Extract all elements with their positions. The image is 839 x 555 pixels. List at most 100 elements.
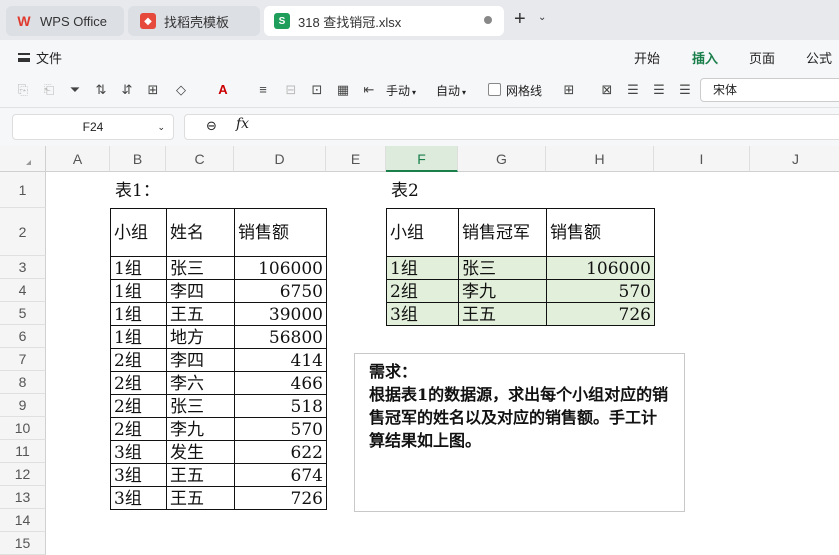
- table1-cell[interactable]: 466: [234, 371, 327, 395]
- font-name-select[interactable]: 宋体: [700, 78, 839, 102]
- row-header-11[interactable]: 11: [0, 440, 46, 463]
- menu-tab-start[interactable]: 开始: [634, 48, 660, 67]
- table1-cell[interactable]: 王五: [166, 486, 235, 510]
- column-header-h[interactable]: H: [546, 146, 654, 172]
- column-header-b[interactable]: B: [110, 146, 166, 172]
- table2-cell[interactable]: 570: [546, 279, 655, 303]
- column-header-a[interactable]: A: [46, 146, 110, 172]
- fit-icon[interactable]: ⇤: [360, 81, 378, 99]
- table1-cell[interactable]: 1组: [110, 325, 167, 349]
- table2-cell[interactable]: 李九: [458, 279, 547, 303]
- table1-cell[interactable]: 518: [234, 394, 327, 418]
- formula-input[interactable]: [184, 114, 839, 140]
- table1-cell[interactable]: 张三: [166, 394, 235, 418]
- table2-cell[interactable]: 726: [546, 302, 655, 326]
- number-format-icon[interactable]: ⎘: [14, 81, 32, 99]
- tab-wps-office[interactable]: W WPS Office: [6, 6, 124, 36]
- table1-cell[interactable]: 张三: [166, 256, 235, 280]
- new-tab-plus-icon[interactable]: +: [514, 8, 526, 31]
- row-header-1[interactable]: 1: [0, 172, 46, 208]
- row-header-12[interactable]: 12: [0, 463, 46, 486]
- table2-cell[interactable]: 张三: [458, 256, 547, 280]
- table1-cell[interactable]: 726: [234, 486, 327, 510]
- gridlines-checkbox[interactable]: [488, 83, 501, 96]
- zoom-icon[interactable]: ⊖: [206, 118, 217, 134]
- column-header-c[interactable]: C: [166, 146, 234, 172]
- row-header-13[interactable]: 13: [0, 486, 46, 509]
- table1-header[interactable]: 姓名: [166, 208, 235, 257]
- table1-cell[interactable]: 1组: [110, 279, 167, 303]
- table1-cell[interactable]: 2组: [110, 348, 167, 372]
- row-header-7[interactable]: 7: [0, 348, 46, 371]
- table1-cell[interactable]: 王五: [166, 302, 235, 326]
- table1-caption[interactable]: 表1：: [112, 178, 192, 204]
- table1-cell[interactable]: 622: [234, 440, 327, 464]
- filter-icon[interactable]: ⏷: [66, 81, 84, 99]
- table1-cell[interactable]: 674: [234, 463, 327, 487]
- table2-cell[interactable]: 3组: [386, 302, 459, 326]
- menu-tab-page[interactable]: 页面: [749, 48, 775, 67]
- table1-cell[interactable]: 39000: [234, 302, 327, 326]
- table2-cell[interactable]: 106000: [546, 256, 655, 280]
- table1-cell[interactable]: 6750: [234, 279, 327, 303]
- table1-cell[interactable]: 2组: [110, 371, 167, 395]
- table2-caption[interactable]: 表2: [388, 178, 448, 204]
- font-color-icon[interactable]: A: [214, 81, 232, 99]
- manual-dropdown[interactable]: 手动 ▾: [386, 82, 416, 99]
- tab-template[interactable]: ◆ 找稻壳模板: [128, 6, 260, 36]
- table2-header[interactable]: 小组: [386, 208, 459, 257]
- table1-cell[interactable]: 56800: [234, 325, 327, 349]
- menu-tab-formula[interactable]: 公式: [806, 48, 832, 67]
- column-header-e[interactable]: E: [326, 146, 386, 172]
- table1-cell[interactable]: 106000: [234, 256, 327, 280]
- freeze-icon[interactable]: ▦: [334, 81, 352, 99]
- table2-cell[interactable]: 1组: [386, 256, 459, 280]
- paste-format-icon[interactable]: ⎗: [40, 81, 58, 99]
- table1-cell[interactable]: 王五: [166, 463, 235, 487]
- column-header-d[interactable]: D: [234, 146, 326, 172]
- table1-cell[interactable]: 3组: [110, 440, 167, 464]
- align-center-icon[interactable]: ☰: [650, 81, 668, 99]
- row-header-14[interactable]: 14: [0, 509, 46, 532]
- column-header-g[interactable]: G: [458, 146, 546, 172]
- file-menu-button[interactable]: 文件: [18, 48, 62, 67]
- align-left-icon[interactable]: ☰: [624, 81, 642, 99]
- clear-format-icon[interactable]: ⊠: [598, 81, 616, 99]
- row-header-15[interactable]: 15: [0, 532, 46, 555]
- column-header-j[interactable]: J: [750, 146, 839, 172]
- sort-ascending-icon[interactable]: ⇅: [92, 81, 110, 99]
- sort-descending-icon[interactable]: ⇵: [118, 81, 136, 99]
- chevron-down-icon[interactable]: ⌄: [538, 12, 546, 23]
- table1-cell[interactable]: 李四: [166, 279, 235, 303]
- table1-cell[interactable]: 1组: [110, 256, 167, 280]
- table1-cell[interactable]: 李四: [166, 348, 235, 372]
- merge-icon[interactable]: ⊟: [282, 81, 300, 99]
- table1-cell[interactable]: 1组: [110, 302, 167, 326]
- table1-header[interactable]: 小组: [110, 208, 167, 257]
- table1-cell[interactable]: 570: [234, 417, 327, 441]
- column-header-i[interactable]: I: [654, 146, 750, 172]
- row-header-2[interactable]: 2: [0, 208, 46, 256]
- table1-cell[interactable]: 3组: [110, 463, 167, 487]
- tab-active-file[interactable]: S 318 查找销冠.xlsx: [264, 6, 504, 36]
- table2-header[interactable]: 销售冠军: [458, 208, 547, 257]
- table-style-icon[interactable]: ⊞: [560, 81, 578, 99]
- borders-icon[interactable]: ⊞: [144, 81, 162, 99]
- row-header-4[interactable]: 4: [0, 279, 46, 302]
- table2-cell[interactable]: 2组: [386, 279, 459, 303]
- row-header-6[interactable]: 6: [0, 325, 46, 348]
- table1-cell[interactable]: 发生: [166, 440, 235, 464]
- table1-cell[interactable]: 李九: [166, 417, 235, 441]
- table1-cell[interactable]: 2组: [110, 417, 167, 441]
- menu-tab-insert[interactable]: 插入: [692, 48, 718, 75]
- row-header-5[interactable]: 5: [0, 302, 46, 325]
- table1-cell[interactable]: 3组: [110, 486, 167, 510]
- fill-color-icon[interactable]: ◇: [172, 81, 190, 99]
- column-header-f[interactable]: F: [386, 146, 458, 172]
- row-header-10[interactable]: 10: [0, 417, 46, 440]
- table1-cell[interactable]: 2组: [110, 394, 167, 418]
- row-header-8[interactable]: 8: [0, 371, 46, 394]
- table2-cell[interactable]: 王五: [458, 302, 547, 326]
- auto-dropdown[interactable]: 自动 ▾: [436, 82, 466, 99]
- unsaved-dot-icon[interactable]: [484, 16, 492, 24]
